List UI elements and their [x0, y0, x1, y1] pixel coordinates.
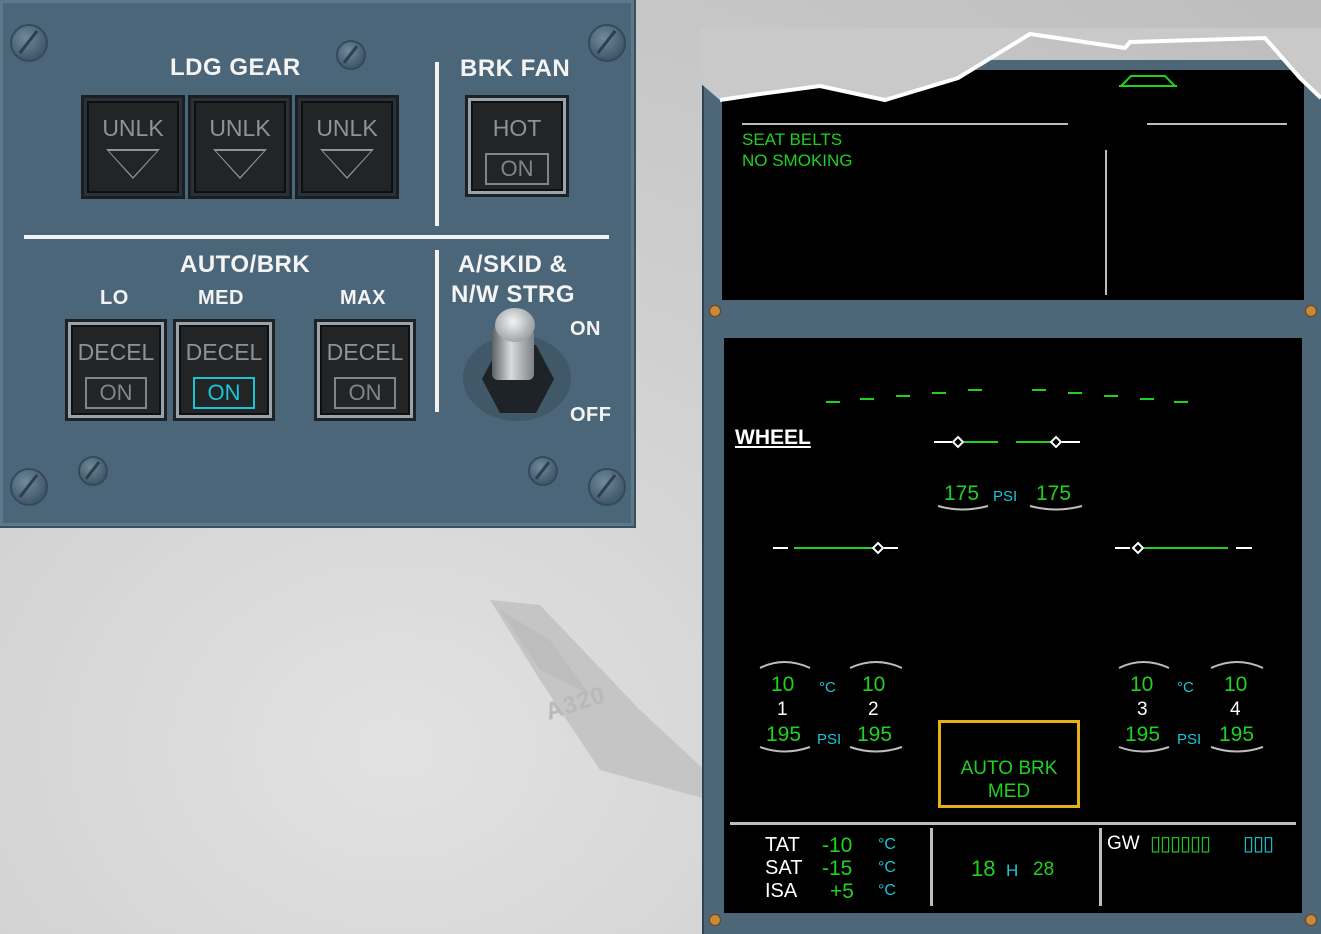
- wheel-1-temp: 10: [771, 673, 795, 696]
- auto-brk-lo-button[interactable]: DECEL ON: [65, 319, 167, 421]
- auto-brk-med-on-light: ON: [193, 377, 255, 409]
- ecam-frame-top-edge: [700, 28, 1321, 103]
- panel-divider: [24, 235, 609, 239]
- askid-toggle-cap[interactable]: [495, 308, 535, 342]
- panel-screw: [10, 468, 48, 506]
- hot-label: HOT: [492, 115, 542, 141]
- ldg-gear-indicator-left: UNLK: [81, 95, 185, 199]
- panel-screw: [528, 456, 558, 486]
- auto-brk-lo-on-light: ON: [85, 377, 147, 409]
- isa-unit: °C: [878, 882, 896, 899]
- auto-brk-max-label: MAX: [340, 287, 386, 309]
- nose-gear-symbol: [934, 435, 1080, 449]
- brk-fan-on-light: ON: [485, 153, 549, 185]
- down-arrow-icon: [320, 149, 374, 179]
- panel-screw: [10, 24, 48, 62]
- isa-value: +5: [830, 880, 854, 903]
- wheel-3-temp: 10: [1130, 673, 1154, 696]
- isa-label: ISA: [765, 880, 798, 902]
- time-minutes: 28: [1033, 859, 1055, 880]
- gw-unit: ▯▯▯: [1243, 833, 1274, 855]
- tat-value: -10: [822, 834, 853, 857]
- ldg-gear-title: LDG GEAR: [170, 54, 301, 81]
- memo-separator: [1147, 123, 1287, 125]
- decel-label: DECEL: [185, 339, 263, 365]
- askid-title-line1: A/SKID &: [458, 251, 568, 278]
- ldg-gear-indicator-right: UNLK: [295, 95, 399, 199]
- sat-value: -15: [822, 857, 853, 880]
- frame-rivet: [709, 914, 721, 926]
- panel-divider: [435, 62, 439, 226]
- ldg-gear-indicator-nose: UNLK: [188, 95, 292, 199]
- auto-brk-status-box: AUTO BRK MED: [938, 720, 1080, 808]
- gw-label: GW: [1107, 833, 1140, 854]
- askid-title-line2: N/W STRG: [451, 281, 575, 308]
- auto-brk-status-line1: AUTO BRK: [960, 758, 1058, 779]
- status-divider: [930, 828, 933, 906]
- upper-ecam-symbol: [1118, 75, 1178, 87]
- time-hours: 18: [971, 856, 996, 881]
- right-wheel-brackets-top: [1118, 661, 1264, 669]
- panel-divider: [435, 250, 439, 412]
- panel-screw: [336, 40, 366, 70]
- frame-rivet: [1305, 914, 1317, 926]
- askid-on-label: ON: [570, 318, 601, 340]
- right-gear-symbol: [1115, 541, 1252, 555]
- frame-rivet: [709, 305, 721, 317]
- memo-separator: [742, 123, 1068, 125]
- nose-psi-brackets: [937, 505, 1083, 511]
- brake-gear-overhead-panel: LDG GEAR UNLK UNLK UNLK BRK FAN HOT ON A…: [0, 0, 636, 528]
- unlk-label: UNLK: [209, 115, 271, 141]
- brk-fan-title: BRK FAN: [460, 55, 571, 82]
- lower-ecam-wheel-page: [724, 338, 1302, 913]
- panel-screw: [588, 24, 626, 62]
- panel-screw: [588, 468, 626, 506]
- left-wheel-brackets-bottom: [759, 746, 903, 753]
- down-arrow-icon: [106, 149, 160, 179]
- status-separator: [730, 822, 1296, 825]
- sat-label: SAT: [765, 857, 803, 879]
- frame-rivet: [1305, 305, 1317, 317]
- auto-brk-title: AUTO/BRK: [180, 251, 311, 278]
- tat-label: TAT: [765, 834, 800, 856]
- tat-unit: °C: [878, 836, 896, 853]
- auto-brk-lo-label: LO: [100, 287, 129, 309]
- wheel-4-temp: 10: [1224, 673, 1248, 696]
- decel-label: DECEL: [77, 339, 155, 365]
- unlk-label: UNLK: [316, 115, 378, 141]
- wheel-2-temp: 10: [862, 673, 886, 696]
- decel-label: DECEL: [326, 339, 404, 365]
- askid-off-label: OFF: [570, 404, 612, 426]
- time-h-label: H: [1006, 861, 1019, 880]
- memo-no-smoking: NO SMOKING: [742, 151, 853, 170]
- wheel-page-dash-line: [826, 389, 1188, 403]
- auto-brk-max-button[interactable]: DECEL ON: [314, 319, 416, 421]
- auto-brk-med-button[interactable]: DECEL ON: [173, 319, 275, 421]
- wheel-3-number: 3: [1137, 699, 1148, 720]
- sat-unit: °C: [878, 859, 896, 876]
- brk-fan-button[interactable]: HOT ON: [465, 95, 569, 197]
- memo-seat-belts: SEAT BELTS: [742, 130, 843, 149]
- wheel-2-number: 2: [868, 699, 879, 720]
- auto-brk-max-on-light: ON: [334, 377, 396, 409]
- panel-screw: [78, 456, 108, 486]
- left-temp-unit: °C: [819, 679, 836, 696]
- gw-value: ▯▯▯▯▯▯: [1150, 833, 1211, 855]
- right-temp-unit: °C: [1177, 679, 1194, 696]
- wheel-1-number: 1: [777, 699, 788, 720]
- memo-divider: [1105, 150, 1107, 295]
- auto-brk-med-label: MED: [198, 287, 244, 309]
- auto-brk-status-line2: MED: [987, 781, 1031, 802]
- status-divider: [1099, 828, 1102, 906]
- unlk-label: UNLK: [102, 115, 164, 141]
- wheel-4-number: 4: [1230, 699, 1241, 720]
- right-wheel-brackets-bottom: [1118, 746, 1264, 753]
- down-arrow-icon: [213, 149, 267, 179]
- left-gear-symbol: [773, 541, 898, 555]
- left-wheel-brackets-top: [759, 661, 903, 669]
- page-title: WHEEL: [735, 426, 811, 449]
